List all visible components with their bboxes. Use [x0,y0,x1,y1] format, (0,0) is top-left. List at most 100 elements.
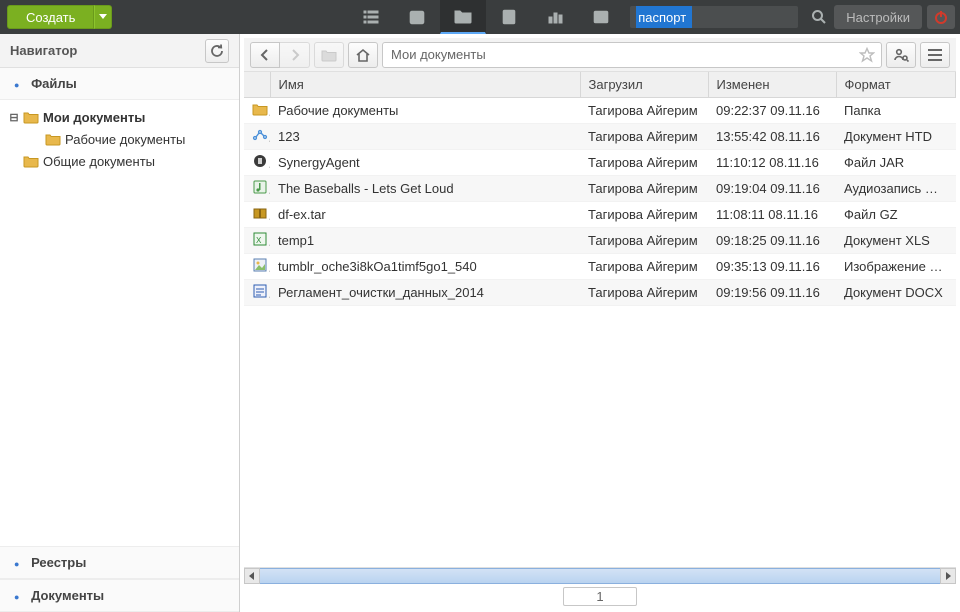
tree-root-my-documents[interactable]: ⊟ Мои документы [4,106,235,128]
navigator-title: Навигатор [10,43,77,58]
nav-home-button[interactable] [348,42,378,68]
tree-child-work-docs[interactable]: Рабочие документы [26,128,235,150]
favorite-star-icon[interactable] [859,47,875,66]
chevron-left-icon [260,49,270,61]
cell-modified: 11:10:12 08.11.16 [708,150,836,176]
tree-child2-label: Общие документы [43,154,155,169]
filter-button[interactable] [886,42,916,68]
nav-files-icon[interactable] [440,0,486,34]
cell-format: Документ DOCX [836,280,956,306]
scroll-right-button[interactable] [940,568,956,584]
nav-forward-button[interactable] [280,42,310,68]
cell-uploader: Тагирова Айгерим [580,280,708,306]
scroll-track[interactable] [260,568,940,584]
nav-doc-icon[interactable] [486,0,532,34]
calendar-icon [409,9,425,25]
table-row[interactable]: df-ex.tarТагирова Айгерим11:08:11 08.11.… [244,202,956,228]
table-row[interactable]: The Baseballs - Lets Get LoudТагирова Ай… [244,176,956,202]
col-modified[interactable]: Изменен [708,72,836,98]
nav-back-button[interactable] [250,42,280,68]
nav-chart-icon[interactable] [532,0,578,34]
cell-name: 123 [270,124,580,150]
cell-name: Рабочие документы [270,98,580,124]
folder-open-icon [454,8,472,24]
table-row[interactable]: tumblr_oche3i8kOa1timf5go1_540Тагирова А… [244,254,956,280]
breadcrumb-bar[interactable]: Мои документы [382,42,882,68]
search-icon [811,9,827,25]
row-icon [244,98,270,124]
person-search-icon [893,47,909,63]
view-menu-button[interactable] [920,42,950,68]
refresh-icon [210,44,224,58]
row-icon [244,176,270,202]
cell-modified: 09:22:37 09.11.16 [708,98,836,124]
file-table-wrap: Имя Загрузил Изменен Формат Рабочие доку… [244,72,956,567]
table-row[interactable]: Xtemp1Тагирова Айгерим09:18:25 09.11.16Д… [244,228,956,254]
list-icon [363,9,379,25]
nav-section-documents-label: Документы [31,588,104,603]
cell-format: Изображение GIF [836,254,956,280]
table-row[interactable]: Регламент_очистки_данных_2014Тагирова Ай… [244,280,956,306]
nav-calendar-icon[interactable] [394,0,440,34]
create-button[interactable]: Создать [7,5,94,29]
document-icon [501,9,517,25]
col-icon[interactable] [244,72,270,98]
cell-uploader: Тагирова Айгерим [580,98,708,124]
cell-uploader: Тагирова Айгерим [580,150,708,176]
folder-icon [22,109,40,125]
cell-format: Файл JAR [836,150,956,176]
cell-uploader: Тагирова Айгерим [580,254,708,280]
table-row[interactable]: 123Тагирова Айгерим13:55:42 08.11.16Доку… [244,124,956,150]
content-toolbar: Мои документы [244,38,956,72]
chevron-right-icon [290,49,300,61]
cell-modified: 13:55:42 08.11.16 [708,124,836,150]
nav-contact-icon[interactable] [578,0,624,34]
folder-up-icon [321,48,337,62]
content-panel: Мои документы [240,34,960,612]
col-uploader[interactable]: Загрузил [580,72,708,98]
col-format[interactable]: Формат [836,72,956,98]
nav-section-documents[interactable]: Документы [0,579,239,612]
horizontal-scrollbar[interactable] [244,568,956,584]
nav-up-button[interactable] [314,42,344,68]
top-bar: Создать Настройки [0,0,960,34]
cell-format: Файл GZ [836,202,956,228]
create-dropdown[interactable] [94,5,112,29]
cell-modified: 11:08:11 08.11.16 [708,202,836,228]
table-row[interactable]: SynergyAgentТагирова Айгерим11:10:12 08.… [244,150,956,176]
contact-card-icon [593,9,609,25]
nav-section-registries[interactable]: Реестры [0,546,239,579]
top-nav-icons [348,0,624,34]
nav-section-files-label: Файлы [31,76,77,91]
search-button[interactable] [804,0,834,34]
cell-format: Папка [836,98,956,124]
cell-name: The Baseballs - Lets Get Loud [270,176,580,202]
nav-list-icon[interactable] [348,0,394,34]
cell-uploader: Тагирова Айгерим [580,228,708,254]
scroll-left-button[interactable] [244,568,260,584]
cell-modified: 09:19:56 09.11.16 [708,280,836,306]
cell-name: Регламент_очистки_данных_2014 [270,280,580,306]
power-button[interactable] [927,5,955,29]
search-input[interactable] [630,6,798,28]
row-icon [244,254,270,280]
expander-minus-icon[interactable]: ⊟ [6,111,22,124]
power-icon [933,9,949,25]
page-number: 1 [596,589,603,604]
navigator-refresh-button[interactable] [205,39,229,63]
cell-modified: 09:35:13 09.11.16 [708,254,836,280]
col-name[interactable]: Имя [270,72,580,98]
cell-modified: 09:19:04 09.11.16 [708,176,836,202]
settings-button[interactable]: Настройки [834,5,922,29]
page-indicator[interactable]: 1 [563,587,636,606]
tree-shared-docs[interactable]: Общие документы [4,150,235,172]
table-row[interactable]: Рабочие документыТагирова Айгерим09:22:3… [244,98,956,124]
nav-section-files[interactable]: Файлы [0,68,239,100]
cell-name: df-ex.tar [270,202,580,228]
hamburger-icon [927,48,943,62]
file-table: Имя Загрузил Изменен Формат Рабочие доку… [244,72,956,306]
row-icon [244,202,270,228]
tree-child1-label: Рабочие документы [65,132,185,147]
table-header-row: Имя Загрузил Изменен Формат [244,72,956,98]
row-icon [244,150,270,176]
